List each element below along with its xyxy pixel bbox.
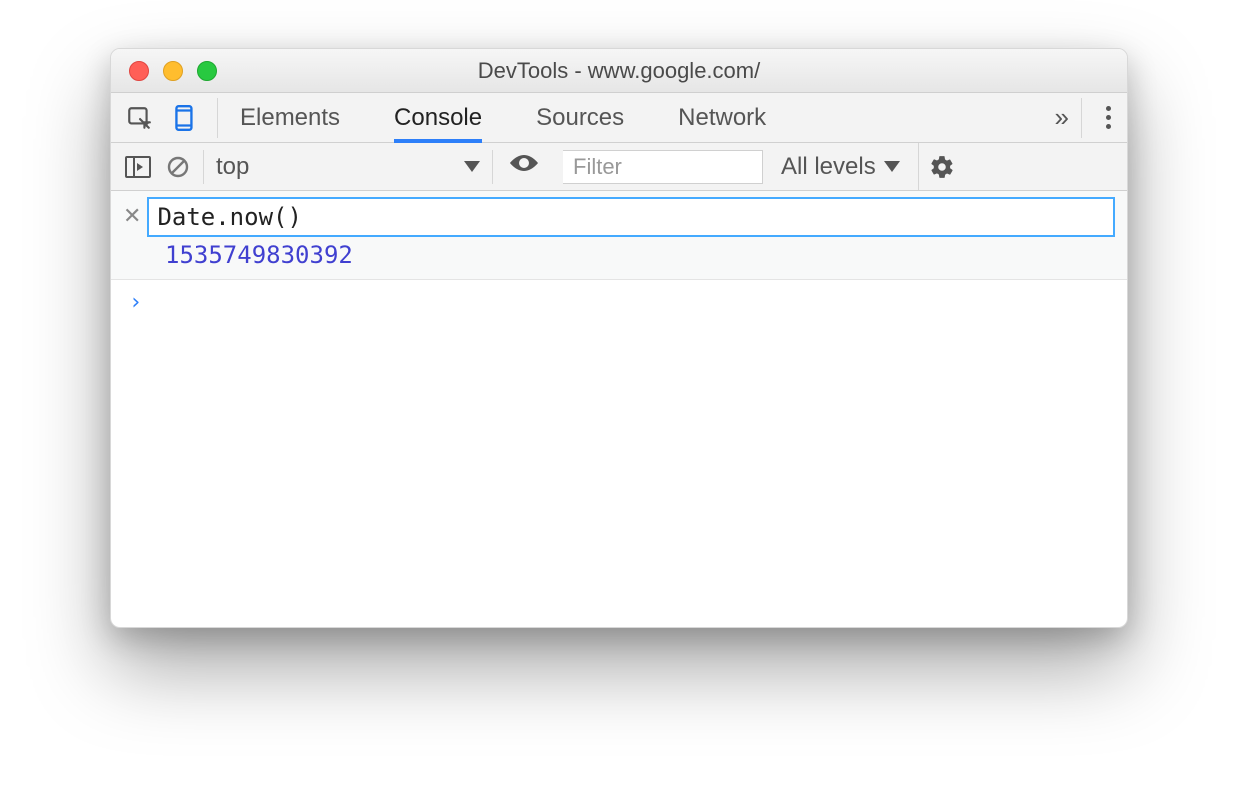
live-expression-input[interactable] (147, 197, 1115, 237)
tab-console[interactable]: Console (394, 93, 482, 143)
live-expression-result: 1535749830392 (111, 237, 1127, 280)
filter-placeholder: Filter (573, 154, 622, 180)
window-title: DevTools - www.google.com/ (111, 58, 1127, 84)
window-minimize-button[interactable] (163, 61, 183, 81)
inspect-element-icon[interactable] (125, 104, 153, 132)
console-settings-button[interactable] (918, 143, 959, 190)
device-toolbar-icon[interactable] (171, 104, 199, 132)
console-body: ✕ 1535749830392 › (111, 191, 1127, 325)
window-close-button[interactable] (129, 61, 149, 81)
clear-console-button[interactable] (161, 150, 195, 184)
toggle-console-sidebar-button[interactable] (121, 150, 155, 184)
console-toolbar: top Filter All levels (111, 143, 1127, 191)
tab-network[interactable]: Network (678, 93, 766, 142)
more-options-button[interactable] (1096, 106, 1121, 129)
caret-down-icon (884, 161, 900, 172)
log-levels-label: All levels (781, 153, 876, 181)
devtools-window: DevTools - www.google.com/ Elements Con (110, 48, 1128, 628)
tab-sources[interactable]: Sources (536, 93, 624, 142)
tab-elements[interactable]: Elements (240, 93, 340, 142)
live-expression-row: ✕ (111, 191, 1127, 237)
tabs-overflow-button[interactable]: » (1055, 102, 1067, 133)
window-zoom-button[interactable] (197, 61, 217, 81)
log-levels-selector[interactable]: All levels (769, 153, 912, 181)
caret-down-icon (464, 161, 480, 172)
create-live-expression-button[interactable] (501, 152, 547, 181)
traffic-lights (111, 61, 217, 81)
window-titlebar: DevTools - www.google.com/ (111, 49, 1127, 93)
panel-tabstrip: Elements Console Sources Network » (111, 93, 1127, 143)
execution-context-selector[interactable]: top (203, 150, 493, 184)
execution-context-label: top (216, 153, 249, 181)
console-filter-input[interactable]: Filter (563, 150, 763, 184)
console-prompt[interactable]: › (111, 280, 1127, 325)
remove-live-expression-button[interactable]: ✕ (123, 197, 147, 229)
